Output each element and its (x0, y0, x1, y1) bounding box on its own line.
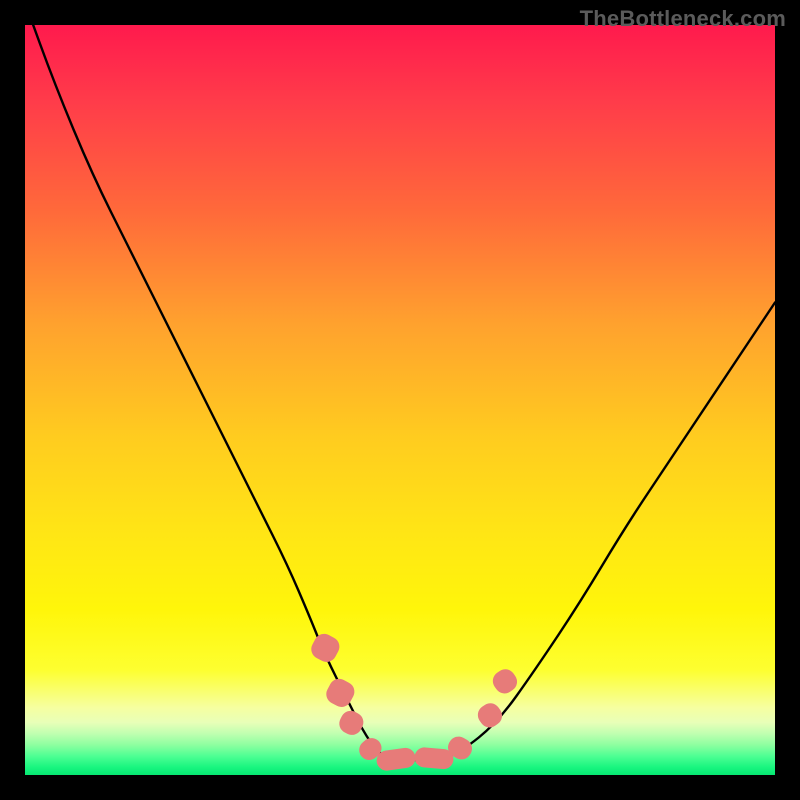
curve-marker (474, 699, 505, 730)
curve-marker (323, 675, 357, 709)
curve-marker (376, 746, 417, 771)
curve-marker (308, 630, 342, 664)
curve-marker (336, 707, 366, 737)
plot-area (25, 25, 775, 775)
curve-markers (25, 25, 775, 775)
watermark-text: TheBottleneck.com (580, 6, 786, 32)
chart-stage: TheBottleneck.com (0, 0, 800, 800)
curve-marker (489, 666, 520, 697)
